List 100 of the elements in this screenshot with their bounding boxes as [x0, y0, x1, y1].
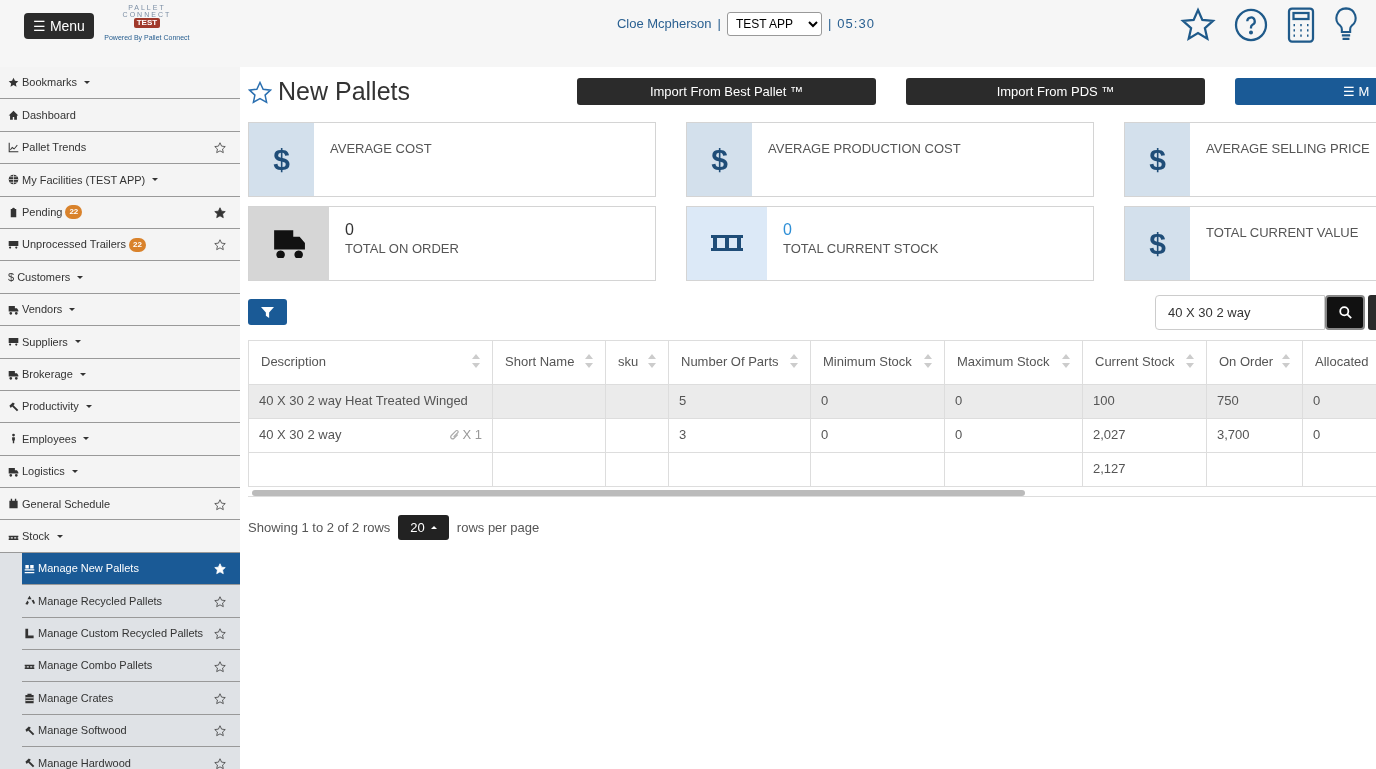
star-icon[interactable]	[214, 725, 226, 738]
table-cell: 750	[1217, 393, 1239, 409]
table-cell: 40 X 30 2 way Heat Treated Winged	[259, 393, 468, 409]
chart-icon	[8, 141, 19, 153]
sidebar-item[interactable]: Manage Softwood	[22, 714, 240, 748]
sidebar-item[interactable]: Manage Custom Recycled Pallets	[22, 617, 240, 651]
count-badge: 22	[65, 205, 83, 220]
page-size-button[interactable]: 20	[398, 514, 449, 540]
sidebar-item[interactable]: Dashboard	[0, 99, 240, 132]
table-cell: 2,127	[1093, 461, 1126, 477]
pagination-label: rows per page	[456, 518, 540, 537]
sidebar-item[interactable]: Productivity	[0, 390, 240, 424]
sidebar-item[interactable]: Manage Combo Pallets	[22, 650, 240, 683]
dollar-icon: $	[1149, 220, 1166, 266]
sidebar-item[interactable]: Vendors	[0, 293, 240, 327]
column-header[interactable]: Current Stock	[1082, 340, 1207, 384]
column-header[interactable]: Short Name	[492, 340, 606, 384]
sidebar-item[interactable]: Unprocessed Trailers 22	[0, 228, 240, 262]
search-icon	[1338, 305, 1352, 319]
star-icon	[8, 77, 19, 89]
sidebar-item[interactable]: Employees	[0, 423, 240, 456]
sidebar-item[interactable]: My Facilities (TEST APP)	[0, 164, 240, 197]
sidebar-item[interactable]: Pallet Trends	[0, 131, 240, 165]
dollar-icon: $	[8, 268, 15, 286]
column-header[interactable]: On Order	[1206, 340, 1303, 384]
column-header[interactable]: Maximum Stock	[944, 340, 1083, 384]
page-title: New Pallets	[278, 76, 410, 107]
column-header[interactable]: Allocated	[1302, 340, 1376, 384]
stat-label: TOTAL CURRENT VALUE	[1206, 223, 1359, 242]
sidebar-item[interactable]: Manage Crates	[22, 682, 240, 715]
filter-icon	[261, 306, 274, 318]
separator: |	[717, 15, 721, 34]
import-button[interactable]: ☰ M	[1235, 78, 1376, 106]
import-button[interactable]: Import From Best Pallet ™	[577, 78, 876, 106]
star-icon[interactable]	[214, 498, 226, 511]
column-header[interactable]: Description	[248, 340, 493, 384]
stat-label: AVERAGE COST	[330, 139, 432, 158]
stat-value: 0	[345, 220, 355, 239]
sidebar-item[interactable]: Suppliers	[0, 326, 240, 359]
scrollbar-thumb[interactable]	[252, 489, 1025, 496]
sidebar-item[interactable]: Manage Hardwood	[22, 747, 240, 769]
star-icon[interactable]	[214, 692, 226, 705]
star-icon[interactable]	[214, 239, 226, 252]
sidebar-item[interactable]: General Schedule	[0, 488, 240, 521]
star-icon[interactable]	[214, 660, 226, 673]
dollar-icon: $	[273, 136, 290, 182]
column-header[interactable]: Minimum Stock	[810, 340, 945, 384]
column-header[interactable]: Number Of Parts	[668, 340, 811, 384]
separator: |	[827, 15, 832, 34]
menu-button[interactable]: ☰ Menu	[24, 13, 94, 39]
user-name-link[interactable]: Cloe Mcpherson	[616, 14, 712, 34]
truck-icon	[8, 303, 19, 315]
table-cell: 0	[955, 427, 963, 443]
sidebar-item[interactable]: Logistics	[0, 455, 240, 489]
filter-button[interactable]	[248, 299, 287, 325]
stat-value: 0	[783, 220, 793, 239]
table-cell: 0	[1313, 393, 1321, 409]
calendar-icon	[8, 498, 19, 510]
star-icon[interactable]	[248, 81, 272, 106]
search-button[interactable]	[1325, 294, 1365, 330]
search-field[interactable]: 40 X 30 2 way	[1155, 294, 1325, 330]
star-icon[interactable]	[1180, 7, 1216, 43]
table-cell: 2,027	[1093, 427, 1126, 443]
table-cell: 40 X 30 2 way	[259, 427, 342, 443]
star-icon[interactable]	[214, 628, 226, 641]
column-header[interactable]: sku	[605, 340, 669, 384]
app-select[interactable]: TEST APP	[726, 12, 822, 36]
star-icon[interactable]	[214, 207, 226, 220]
sidebar-item[interactable]: Manage Recycled Pallets	[22, 585, 240, 618]
sidebar-item[interactable]: Pending 22	[0, 196, 240, 229]
trailer-icon	[8, 336, 19, 348]
star-icon[interactable]	[214, 595, 226, 608]
clock-time: 05:30	[837, 15, 875, 34]
calculator-icon[interactable]	[1286, 7, 1316, 43]
dollar-icon: $	[1149, 136, 1166, 182]
star-icon[interactable]	[214, 757, 226, 769]
help-icon[interactable]	[1233, 7, 1269, 43]
sidebar-item[interactable]: Brokerage	[0, 358, 240, 391]
sidebar-item[interactable]: $ Customers	[0, 261, 240, 294]
clipboard-icon	[8, 206, 19, 218]
stat-label: TOTAL ON ORDER	[345, 239, 459, 258]
home-icon	[8, 109, 19, 121]
star-icon[interactable]	[214, 142, 226, 155]
table-cell: 0	[821, 393, 829, 409]
truck-icon	[272, 228, 306, 258]
dollar-icon: $	[711, 136, 728, 182]
sidebar-item[interactable]: Bookmarks	[0, 67, 240, 100]
sidebar-item[interactable]: Stock	[0, 520, 240, 553]
import-button[interactable]: Import From PDS ™	[906, 78, 1205, 106]
lightbulb-icon[interactable]	[1333, 7, 1359, 43]
sidebar-item[interactable]: Manage New Pallets	[22, 552, 240, 586]
table-cell: 3,700	[1217, 427, 1250, 443]
table-cell: 0	[821, 427, 829, 443]
truck-icon	[8, 368, 19, 380]
table-cell: 0	[1313, 427, 1321, 443]
stat-label: AVERAGE PRODUCTION COST	[768, 139, 961, 158]
trailer-icon	[8, 239, 19, 251]
table-cell: 0	[955, 393, 963, 409]
stat-label: AVERAGE SELLING PRICE	[1206, 139, 1370, 158]
truck-icon	[8, 465, 19, 477]
